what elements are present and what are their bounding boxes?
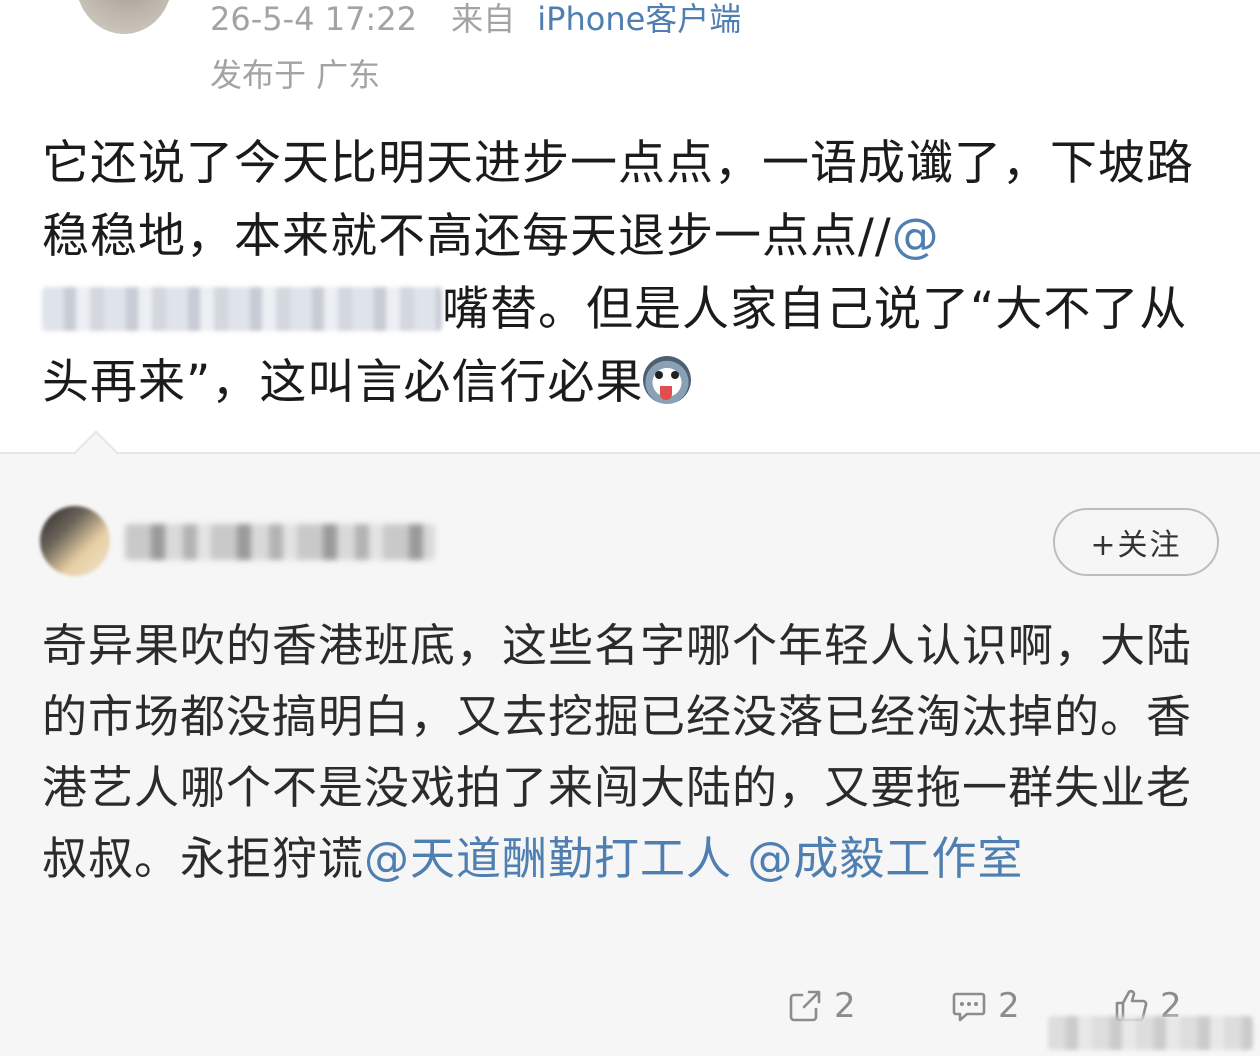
husky-dog-emoji-icon: [643, 356, 692, 404]
commenter-avatar[interactable]: [40, 506, 110, 576]
post-text-part1: 它还说了今天比明天进步一点点，一语成谶了，下坡路稳稳地，本来就不高还每天退步一点…: [42, 136, 1194, 264]
avatar[interactable]: [76, 0, 172, 34]
mention-link-2[interactable]: @成毅工作室: [747, 832, 1023, 885]
post-location: 发布于 广东: [210, 56, 381, 94]
source-prefix: 来自: [451, 0, 516, 38]
post-body: 它还说了今天比明天进步一点点，一语成谶了，下坡路稳稳地，本来就不高还每天退步一点…: [42, 127, 1232, 419]
post-timestamp: 26-5-4 17:22: [210, 0, 417, 38]
post-meta: 26-5-4 17:22 来自 iPhone客户端: [210, 0, 741, 40]
comment-count: 2: [998, 986, 1020, 1026]
share-count: 2: [834, 986, 856, 1026]
share-icon: [789, 990, 821, 1022]
mention-at: @: [891, 209, 940, 264]
comment-icon: [952, 992, 986, 1022]
comment-body: 奇异果吹的香港班底，这些名字哪个年轻人认识啊，大陆的市场都没搞明白，又去挖掘已经…: [42, 610, 1222, 894]
comment-card: +关注 奇异果吹的香港班底，这些名字哪个年轻人认识啊，大陆的市场都没搞明白，又去…: [0, 430, 1260, 1056]
blurred-username: [42, 287, 442, 331]
source-link[interactable]: iPhone客户端: [537, 0, 741, 38]
watermark: [1048, 1016, 1253, 1050]
follow-button[interactable]: +关注: [1053, 508, 1219, 576]
blurred-commenter-name[interactable]: [125, 524, 435, 560]
share-button[interactable]: 2: [786, 986, 856, 1026]
mention-link-1[interactable]: @天道酬勤打工人: [364, 832, 732, 885]
original-post: 26-5-4 17:22 来自 iPhone客户端 发布于 广东 它还说了今天比…: [0, 0, 1260, 452]
comment-button[interactable]: 2: [950, 986, 1020, 1026]
